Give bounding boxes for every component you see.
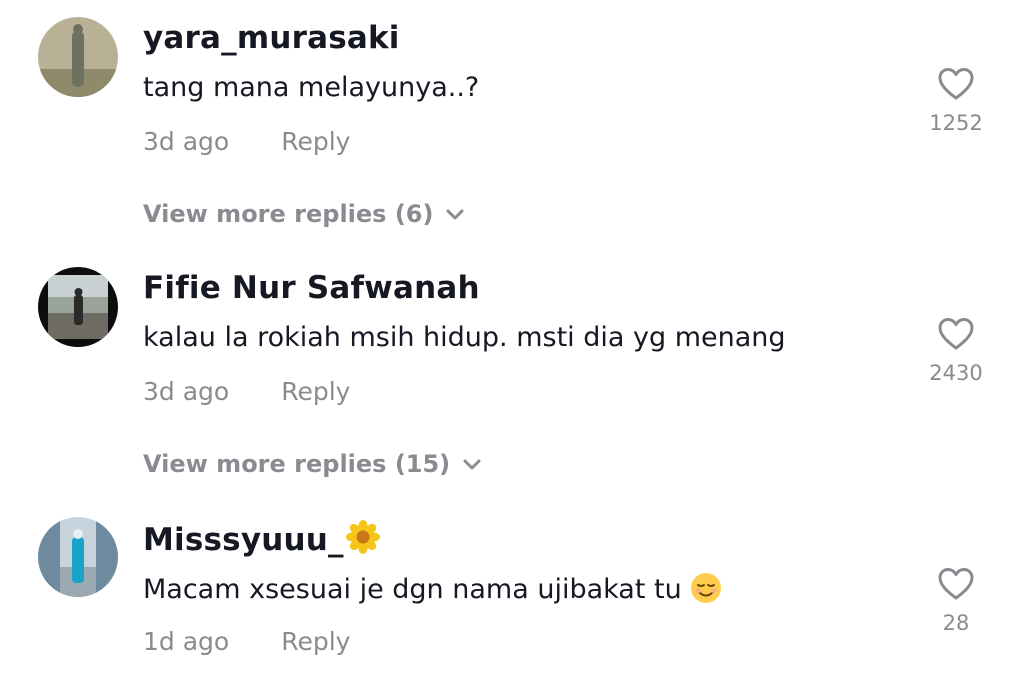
relieved-face-emoji bbox=[690, 573, 721, 603]
view-more-label: View more replies (6) bbox=[143, 200, 434, 228]
view-more-label: View more replies (15) bbox=[143, 450, 451, 478]
comment-meta: 3d ago Reply bbox=[143, 127, 350, 156]
reply-button[interactable]: Reply bbox=[281, 377, 350, 406]
comment-username[interactable]: Fifie Nur Safwanah bbox=[143, 270, 480, 306]
heart-outline-icon bbox=[938, 568, 974, 600]
comment-text: Macam xsesuai je dgn nama ujibakat tu bbox=[143, 572, 722, 605]
like-count: 28 bbox=[942, 611, 970, 635]
comment-timestamp: 1d ago bbox=[143, 627, 230, 656]
like-button[interactable]: 28 bbox=[920, 567, 992, 635]
heart-outline-icon bbox=[938, 68, 974, 100]
comment-timestamp: 3d ago bbox=[143, 127, 230, 156]
comment-meta: 3d ago Reply bbox=[143, 377, 350, 406]
like-button[interactable]: 1252 bbox=[920, 67, 992, 135]
view-more-replies[interactable]: View more replies (6) bbox=[143, 200, 465, 228]
heart-outline-icon bbox=[938, 318, 974, 350]
username-text: Misssyuuu_ bbox=[143, 522, 344, 558]
avatar[interactable] bbox=[38, 17, 118, 97]
comment-timestamp: 3d ago bbox=[143, 377, 230, 406]
comment-text: tang mana melayunya..? bbox=[143, 72, 480, 103]
view-more-replies[interactable]: View more replies (15) bbox=[143, 450, 482, 478]
avatar[interactable] bbox=[38, 517, 118, 597]
like-count: 2430 bbox=[929, 361, 983, 385]
comment-username[interactable]: Misssyuuu_ bbox=[143, 520, 380, 558]
comment-username[interactable]: yara_murasaki bbox=[143, 20, 400, 56]
like-count: 1252 bbox=[929, 111, 983, 135]
comment-list: yara_murasaki tang mana melayunya..? 3d … bbox=[0, 0, 1020, 678]
like-button[interactable]: 2430 bbox=[920, 317, 992, 385]
avatar[interactable] bbox=[38, 267, 118, 347]
reply-button[interactable]: Reply bbox=[281, 627, 350, 656]
comment-text-content: Macam xsesuai je dgn nama ujibakat tu bbox=[143, 574, 682, 605]
sunflower-emoji bbox=[345, 520, 380, 554]
chevron-down-icon bbox=[446, 209, 464, 220]
comment-meta: 1d ago Reply bbox=[143, 627, 350, 656]
chevron-down-icon bbox=[463, 459, 481, 470]
reply-button[interactable]: Reply bbox=[281, 127, 350, 156]
comment-text: kalau la rokiah msih hidup. msti dia yg … bbox=[143, 322, 786, 353]
